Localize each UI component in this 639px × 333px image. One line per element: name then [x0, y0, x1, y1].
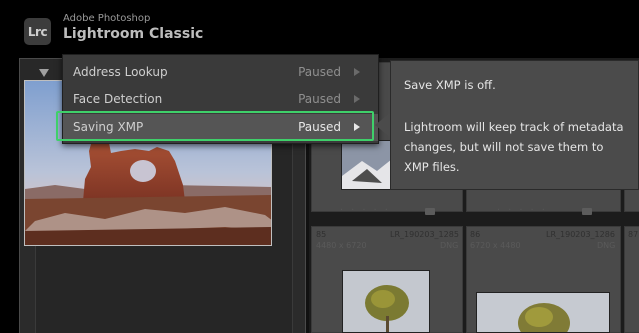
tooltip-title: Save XMP is off.: [404, 78, 496, 92]
tooltip-body: Lightroom will keep track of metadata ch…: [404, 120, 624, 174]
lrc-logo: Lrc: [24, 18, 51, 45]
cell-dimensions: 6720 x 4480: [470, 241, 521, 250]
menu-item-address-lookup[interactable]: Address Lookup Paused: [63, 59, 378, 86]
cell-dimensions: 4480 x 6720: [316, 241, 367, 250]
submenu-arrow-icon: [354, 95, 360, 103]
cell-format: DNG: [597, 241, 616, 250]
app-vendor: Adobe Photoshop: [63, 13, 151, 24]
rating-dots[interactable]: ·····: [340, 205, 396, 216]
tooltip: Save XMP is off. Lightroom will keep tra…: [390, 60, 639, 190]
app-name: Lightroom Classic: [63, 26, 204, 42]
menu-item-label: Saving XMP: [73, 120, 144, 134]
activity-menu: Address Lookup Paused Face Detection Pau…: [62, 54, 379, 144]
grid-cell[interactable]: [624, 226, 639, 333]
cell-format: DNG: [440, 241, 459, 250]
menu-item-status: Paused: [298, 92, 341, 106]
collapse-triangle-icon[interactable]: [39, 69, 49, 77]
title-bar: Lrc Adobe Photoshop Lightroom Classic: [0, 0, 639, 56]
flag-icon[interactable]: [425, 208, 435, 215]
cell-index: 87: [628, 230, 639, 239]
tooltip-pointer: [375, 112, 391, 138]
cell-index: 86: [470, 230, 481, 239]
menu-item-label: Address Lookup: [73, 65, 168, 79]
submenu-arrow-icon: [354, 123, 360, 131]
menu-item-label: Face Detection: [73, 92, 163, 106]
rating-dots[interactable]: ·····: [497, 205, 553, 216]
thumbnail[interactable]: [476, 292, 610, 333]
cell-filename: LR_190203_1286: [546, 230, 615, 239]
submenu-arrow-icon: [354, 68, 360, 76]
cell-index: 85: [316, 230, 327, 239]
cell-filename: LR_190203_1285: [390, 230, 459, 239]
thumbnail[interactable]: [342, 270, 430, 333]
flag-icon[interactable]: [582, 208, 592, 215]
menu-item-status: Paused: [298, 120, 341, 134]
thumbnail[interactable]: [341, 140, 391, 190]
menu-item-saving-xmp[interactable]: Saving XMP Paused: [63, 114, 378, 141]
menu-item-status: Paused: [298, 65, 341, 79]
menu-item-face-detection[interactable]: Face Detection Paused: [63, 86, 378, 113]
